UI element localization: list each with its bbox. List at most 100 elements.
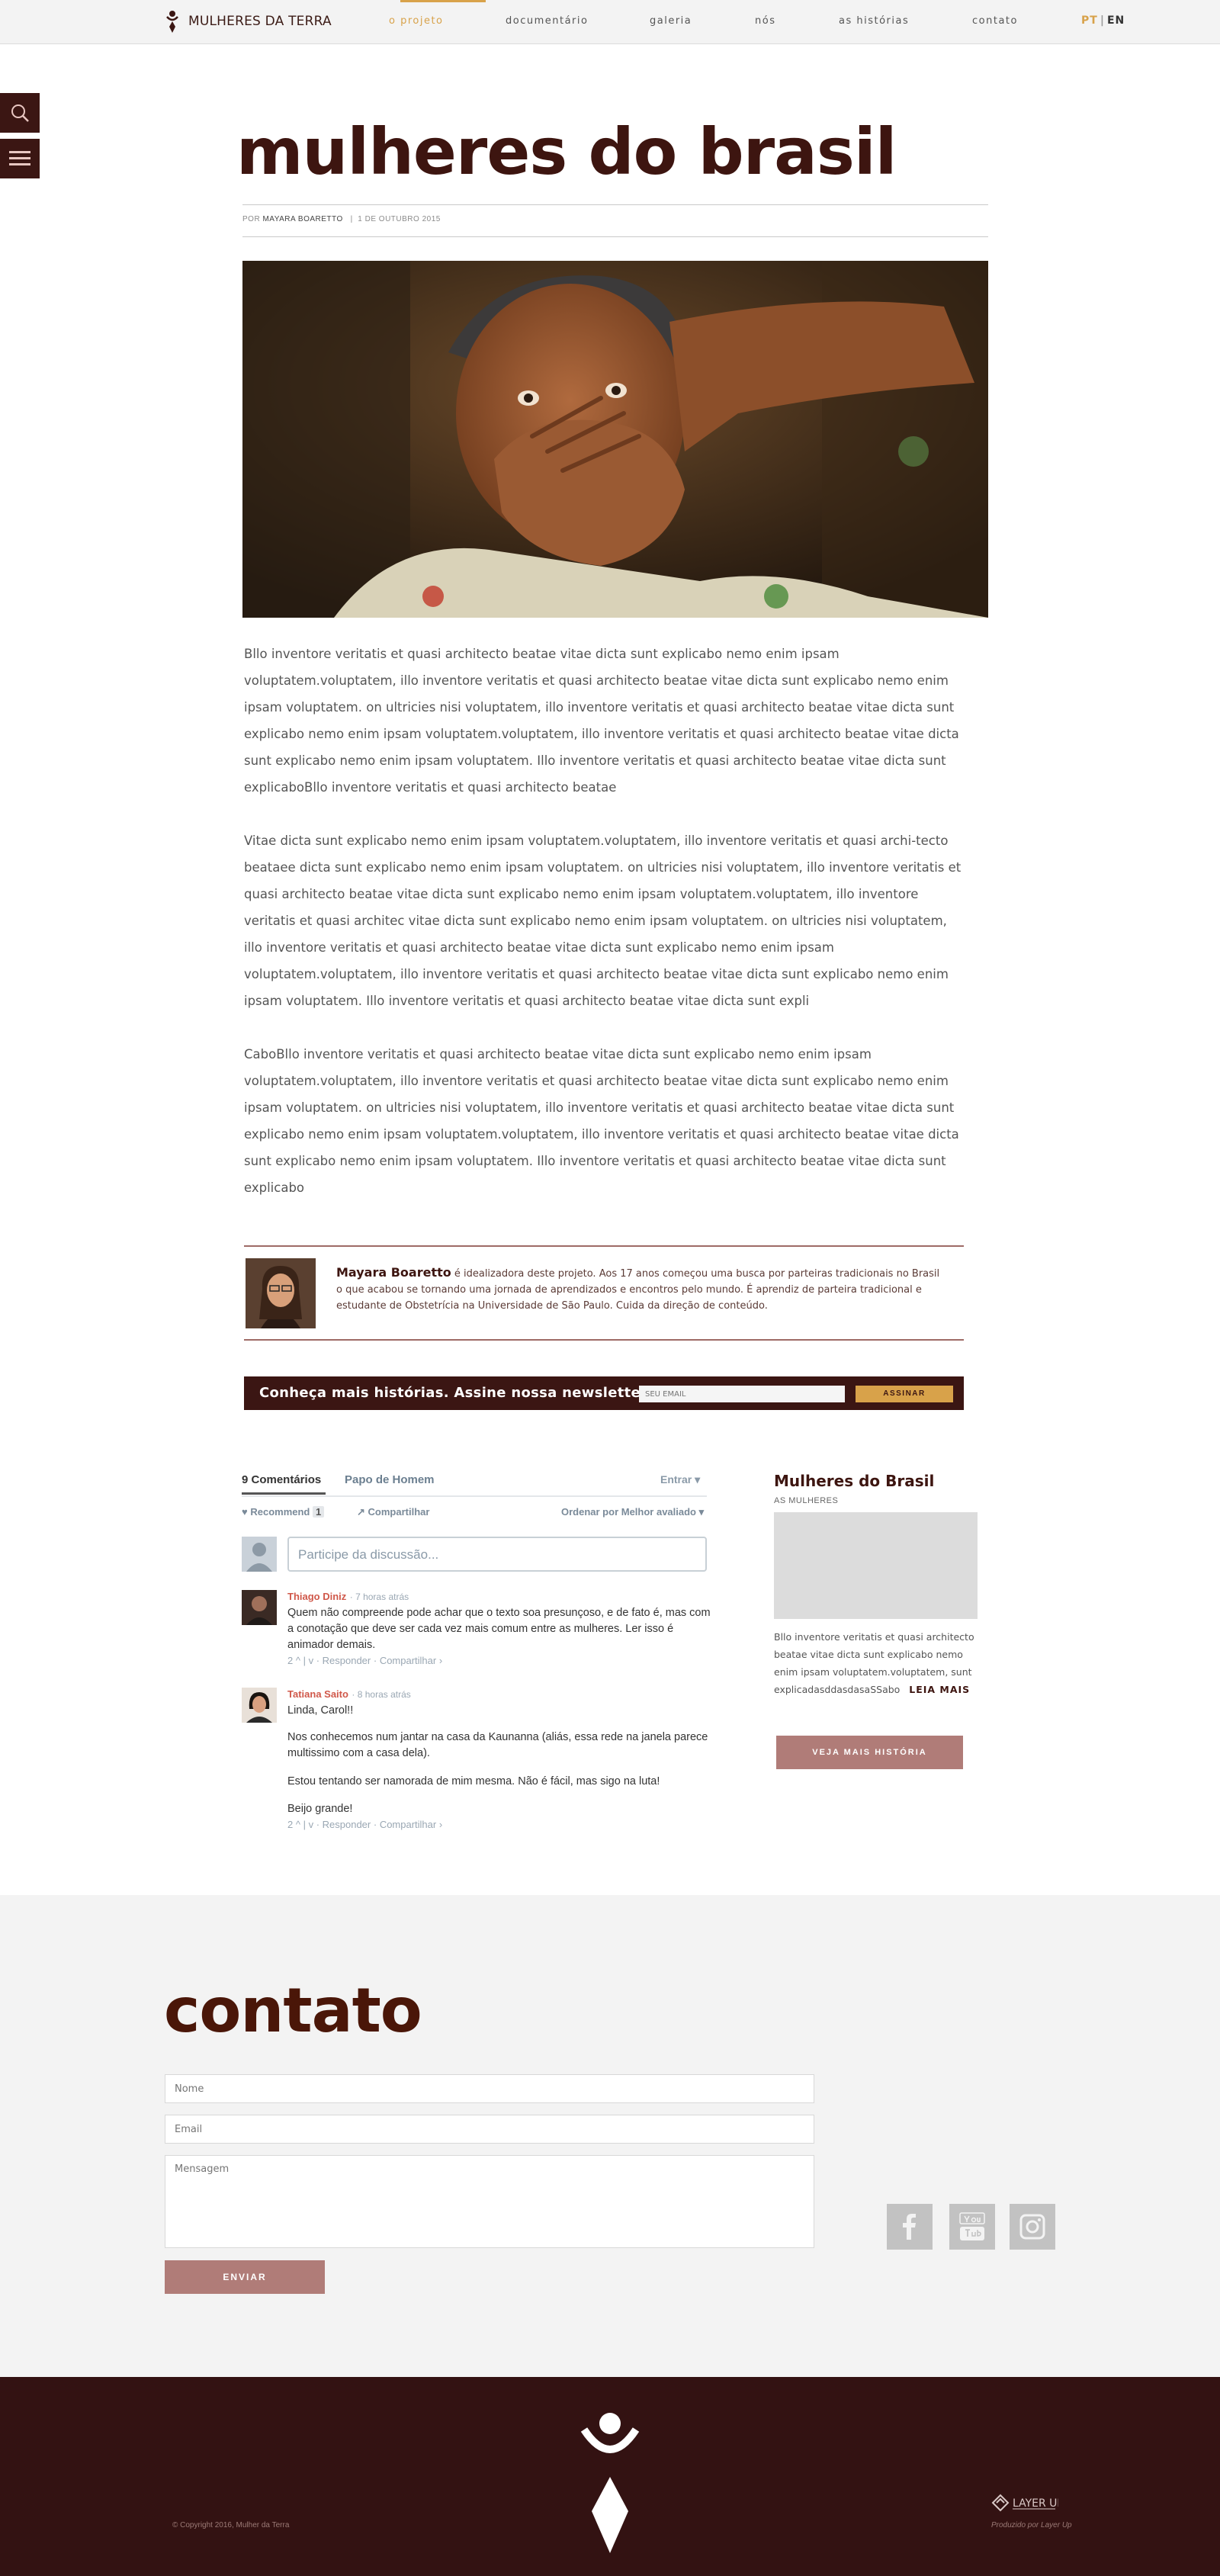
nav-item-contato[interactable]: contato [972,15,1018,27]
footer-logo-icon [580,2413,640,2553]
nav-item-documentario[interactable]: documentário [506,15,588,27]
recommend-count: 1 [313,1506,325,1518]
article-meta: POR MAYARA BOARETTO | 1 DE OUTUBRO 2015 [242,215,441,223]
more-stories-button[interactable]: VEJA MAIS HISTÓRIA [776,1736,963,1769]
facebook-icon [903,2214,916,2240]
heart-icon: ♥ [242,1506,248,1518]
newsletter-text: Conheça mais histórias. Assine nossa new… [259,1385,651,1401]
comments-tab-site[interactable]: Papo de Homem [345,1473,435,1486]
commenter-name[interactable]: Tatiana Saito [287,1688,348,1700]
recommend-label: Recommend [250,1506,310,1518]
comment-votes: 2 [287,1819,294,1830]
comment-body: Quem não compreende pode achar que o tex… [287,1607,711,1651]
comment-time[interactable]: 7 horas atrás [355,1592,409,1602]
sort-label: Ordenar por Melhor avaliado [561,1506,696,1518]
comment-body: Beijo grande! [287,1803,353,1815]
comment-body: Linda, Carol!! [287,1704,354,1717]
commenter-avatar[interactable] [242,1688,277,1723]
comment-actions: 2 ^ | v · Responder · Compartilhar › [287,1655,443,1666]
contact-email-input[interactable] [165,2115,814,2144]
reply-link[interactable]: Responder [323,1655,371,1666]
comment-votes: 2 [287,1655,294,1666]
author-photo [246,1258,316,1328]
comment-body: Nos conhecemos num jantar na casa da Kau… [287,1731,708,1759]
contact-title: contato [164,1975,422,2046]
sidebar-image-placeholder[interactable] [774,1512,978,1619]
upvote-icon[interactable]: ^ [296,1655,300,1666]
language-switcher: PT | EN [1081,14,1125,27]
guest-avatar [242,1537,277,1572]
article-title: mulheres do brasil [236,114,897,189]
upvote-icon[interactable]: ^ [296,1819,300,1830]
copyright-text: © Copyright 2016, Mulher da Terra [172,2521,290,2529]
comment-share-link[interactable]: Compartilhar [380,1655,436,1666]
article-hero-photo [242,261,988,618]
author-box-top-border [244,1245,964,1247]
nav-item-galeria[interactable]: galeria [650,15,692,27]
sidebar-excerpt: Bllo inventore veritatis et quasi archit… [774,1628,980,1698]
byline-label: POR [242,215,261,223]
lang-en[interactable]: EN [1107,14,1125,27]
contact-name-input[interactable] [165,2074,814,2103]
read-more-link[interactable]: LEIA MAIS [909,1684,970,1695]
user-icon [246,1543,272,1572]
nav-item-nos[interactable]: nós [755,15,775,27]
divider [242,204,988,205]
youtube-link[interactable] [949,2204,995,2250]
youtube-icon [959,2212,985,2240]
nav-item-o-projeto[interactable]: o projeto [389,15,444,27]
recommend-button[interactable]: ♥ Recommend 1 [242,1506,325,1518]
login-label: Entrar [660,1473,692,1486]
author-name[interactable]: Mayara Boaretto [336,1265,451,1280]
search-button[interactable] [0,93,40,133]
layerup-logo-icon: LAYER UP [991,2494,1064,2512]
main-menu: o projeto documentário galeria nós as hi… [0,0,1220,44]
comment-header: Tatiana Saito · 8 horas atrás [287,1688,411,1700]
share-thread-button[interactable]: ↗ Compartilhar [357,1506,429,1518]
newsletter-subscribe-button[interactable]: ASSINAR [856,1386,953,1402]
sort-dropdown[interactable]: Ordenar por Melhor avaliado ▾ [561,1506,704,1518]
instagram-link[interactable] [1010,2204,1055,2250]
comment-input[interactable]: Participe da discussão... [287,1537,707,1572]
comment-share-link[interactable]: Compartilhar [380,1819,436,1830]
active-tab-underline [242,1492,326,1495]
newsletter-bar: Conheça mais histórias. Assine nossa new… [244,1376,964,1410]
layerup-logo-link[interactable]: LAYER UP [990,2491,1064,2517]
byline-author[interactable]: MAYARA BOARETTO [262,215,342,223]
top-navigation: MULHERES DA TERRA o projeto documentário… [0,0,1220,44]
contact-message-input[interactable] [165,2155,814,2248]
comment-body: Estou tentando ser namorada de mim mesma… [287,1775,660,1787]
sidebar-title[interactable]: Mulheres do Brasil [774,1472,934,1490]
author-box-bottom-border [244,1339,964,1341]
comment-header: Thiago Diniz · 7 horas atrás [287,1591,409,1602]
newsletter-email-input[interactable] [639,1386,845,1402]
article-date: 1 DE OUTUBRO 2015 [358,215,441,223]
instagram-icon [1019,2214,1045,2240]
lang-pt[interactable]: PT [1081,14,1098,27]
author-bio: Mayara Boaretto é idealizadora deste pro… [336,1264,946,1314]
nav-item-as-historias[interactable]: as histórias [839,15,909,27]
comments-tab-count[interactable]: 9 Comentários [242,1473,321,1486]
comments-divider [242,1495,707,1497]
meta-separator: | [350,215,353,223]
contact-send-button[interactable]: ENVIAR [165,2260,325,2294]
share-label: Compartilhar [368,1506,430,1518]
comment-time[interactable]: 8 horas atrás [358,1689,411,1700]
search-icon [11,104,29,122]
comments-login[interactable]: Entrar ▾ [660,1473,700,1486]
menu-button[interactable] [0,139,40,178]
commenter-avatar[interactable] [242,1590,277,1625]
lang-separator: | [1100,14,1105,27]
comment-actions: 2 ^ | v · Responder · Compartilhar › [287,1819,443,1830]
reply-link[interactable]: Responder [323,1819,371,1830]
comment-input-placeholder: Participe da discussão... [298,1547,439,1562]
facebook-link[interactable] [887,2204,933,2250]
article-paragraph: Vitae dicta sunt explicabo nemo enim ips… [244,834,962,1008]
downvote-icon[interactable]: v [309,1655,314,1666]
produced-by-text: Produzido por Layer Up [991,2521,1072,2529]
commenter-name[interactable]: Thiago Diniz [287,1591,346,1602]
menu-icon [9,151,30,165]
article-paragraph: Bllo inventore veritatis et quasi archit… [244,647,959,795]
article-paragraph: CaboBllo inventore veritatis et quasi ar… [244,1047,959,1195]
downvote-icon[interactable]: v [309,1819,314,1830]
